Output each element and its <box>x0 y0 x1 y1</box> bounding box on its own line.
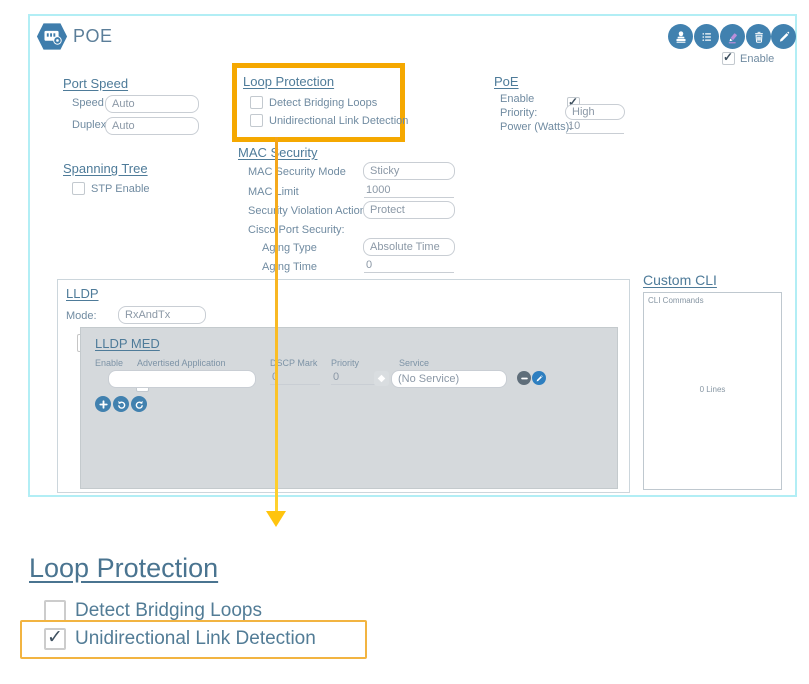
list-button[interactable] <box>694 24 719 49</box>
lldp-mode-input[interactable] <box>118 306 206 324</box>
aging-time-input[interactable] <box>364 257 454 273</box>
callout-udld-label: Unidirectional Link Detection <box>75 628 316 650</box>
duplex-input[interactable] <box>105 117 199 135</box>
callout-detect-row: Detect Bridging Loops <box>44 600 262 622</box>
poe-power-label: Power (Watts): <box>500 121 572 133</box>
redo-button[interactable] <box>131 396 147 412</box>
undo-button[interactable] <box>113 396 129 412</box>
cli-empty-text: 0 Lines <box>644 385 781 394</box>
aging-type-label: Aging Type <box>262 242 317 254</box>
delete-button[interactable] <box>746 24 771 49</box>
security-violation-action-input[interactable] <box>363 201 455 219</box>
add-row-button[interactable] <box>95 396 111 412</box>
speed-input[interactable] <box>105 95 199 113</box>
cli-commands-box[interactable]: CLI Commands 0 Lines <box>643 292 782 490</box>
mac-limit-input[interactable] <box>364 182 454 198</box>
med-row-service-input[interactable] <box>391 370 507 388</box>
col-service: Service <box>399 358 429 368</box>
callout-arrow-head-icon <box>266 511 286 527</box>
duplex-label: Duplex <box>72 119 106 131</box>
highlighter-button[interactable] <box>720 24 745 49</box>
remove-row-button[interactable] <box>517 371 531 385</box>
poe-power-input[interactable] <box>566 118 624 134</box>
screenshot-stage: POE <box>0 0 809 684</box>
stamp-button[interactable] <box>668 24 693 49</box>
edit-button[interactable] <box>771 24 796 49</box>
poe-enable-label: Enable <box>500 93 534 105</box>
speed-label: Speed <box>72 97 104 109</box>
aging-type-input[interactable] <box>363 238 455 256</box>
loop-protection-heading: Loop Protection <box>243 74 334 89</box>
callout-heading: Loop Protection <box>29 553 218 584</box>
poe-priority-label: Priority: <box>500 107 537 119</box>
col-priority: Priority <box>331 358 359 368</box>
med-row-advertised-application-input[interactable] <box>108 370 256 388</box>
col-enable: Enable <box>95 358 123 368</box>
col-advertised-application: Advertised Application <box>137 358 226 368</box>
lldp-heading: LLDP <box>66 286 99 301</box>
cli-commands-label: CLI Commands <box>648 296 704 305</box>
stp-enable-label: STP Enable <box>91 183 150 195</box>
udld-label: Unidirectional Link Detection <box>269 115 408 127</box>
edit-row-button[interactable] <box>532 371 546 385</box>
spanning-tree-heading: Spanning Tree <box>63 161 148 176</box>
mac-security-mode-label: MAC Security Mode <box>248 166 346 178</box>
poe-port-badge-icon <box>36 22 68 56</box>
mac-security-mode-input[interactable] <box>363 162 455 180</box>
lldp-med-panel <box>80 327 618 489</box>
port-enable-label: Enable <box>740 53 774 65</box>
port-speed-heading: Port Speed <box>63 76 128 91</box>
callout-arrow-line <box>275 137 278 513</box>
udld-checkbox[interactable] <box>250 114 263 127</box>
mac-limit-label: MAC Limit <box>248 186 299 198</box>
cisco-port-security-label: Cisco Port Security: <box>248 224 345 236</box>
callout-detect-label: Detect Bridging Loops <box>75 600 262 622</box>
port-enable-row: Enable <box>722 52 774 65</box>
port-enable-checkbox[interactable] <box>722 52 735 65</box>
security-violation-action-label: Security Violation Action <box>248 205 366 217</box>
callout-udld-checkbox <box>44 628 66 650</box>
aging-time-label: Aging Time <box>262 261 317 273</box>
detect-bridging-loops-label: Detect Bridging Loops <box>269 97 377 109</box>
poe-heading: PoE <box>494 74 519 89</box>
page-title: POE <box>73 26 113 47</box>
lldp-mode-label: Mode: <box>66 310 97 322</box>
stp-enable-checkbox[interactable] <box>72 182 85 195</box>
callout-detect-checkbox <box>44 600 66 622</box>
detect-bridging-loops-checkbox[interactable] <box>250 96 263 109</box>
callout-udld-row: Unidirectional Link Detection <box>44 628 316 650</box>
lldp-med-heading: LLDP MED <box>95 336 160 351</box>
service-picker-icon[interactable] <box>374 371 389 386</box>
custom-cli-heading: Custom CLI <box>643 272 717 288</box>
